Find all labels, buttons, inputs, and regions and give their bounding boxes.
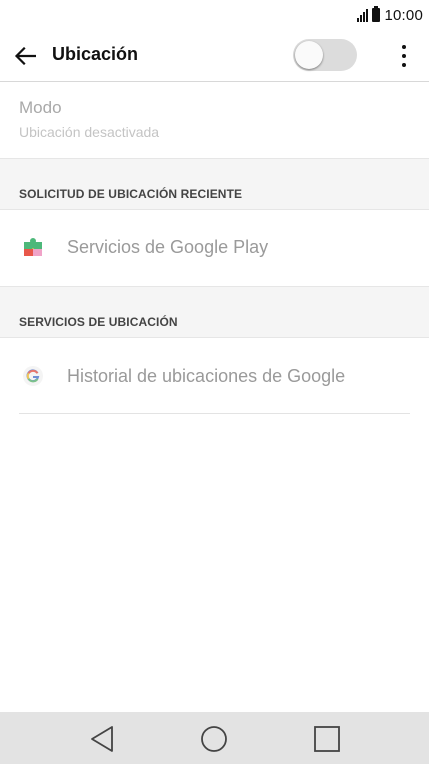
section-title: SOLICITUD DE UBICACIÓN RECIENTE (19, 187, 243, 201)
list-item-google-play-services[interactable]: Servicios de Google Play (0, 209, 429, 287)
battery-icon (372, 6, 381, 22)
nav-back-button[interactable] (85, 722, 119, 756)
more-dot (402, 63, 406, 67)
back-triangle-icon (91, 726, 113, 752)
more-options-button[interactable] (392, 40, 416, 72)
section-title: SERVICIOS DE UBICACIÓN (19, 315, 178, 329)
app-bar: Ubicación (0, 30, 429, 82)
clock: 10:00 (384, 6, 423, 24)
list-item-label: Servicios de Google Play (67, 237, 269, 257)
list-item-google-location-history[interactable]: Historial de ubicaciones de Google (0, 338, 429, 416)
back-button[interactable] (10, 41, 40, 71)
mode-title: Modo (19, 98, 62, 117)
back-arrow-icon (14, 47, 36, 65)
status-icons: 10:00 (357, 5, 423, 25)
page-title: Ubicación (52, 44, 139, 64)
divider (19, 413, 410, 414)
signal-icon (357, 8, 369, 22)
recents-square-icon (314, 726, 340, 752)
google-g-icon (23, 366, 43, 386)
section-header-location-services: SERVICIOS DE UBICACIÓN (0, 286, 429, 338)
list-item-label: Historial de ubicaciones de Google (67, 366, 346, 386)
navigation-bar (0, 712, 429, 764)
mode-setting[interactable]: Modo Ubicación desactivada (0, 82, 429, 158)
section-header-recent-requests: SOLICITUD DE UBICACIÓN RECIENTE (0, 158, 429, 210)
location-toggle[interactable] (293, 39, 357, 71)
home-circle-icon (201, 726, 227, 752)
mode-subtitle: Ubicación desactivada (19, 124, 160, 140)
status-bar: 10:00 (0, 0, 429, 30)
nav-home-button[interactable] (197, 722, 231, 756)
nav-recents-button[interactable] (310, 722, 344, 756)
more-dot (402, 54, 406, 58)
puzzle-icon (24, 238, 42, 256)
more-dot (402, 45, 406, 49)
toggle-knob (295, 41, 323, 69)
